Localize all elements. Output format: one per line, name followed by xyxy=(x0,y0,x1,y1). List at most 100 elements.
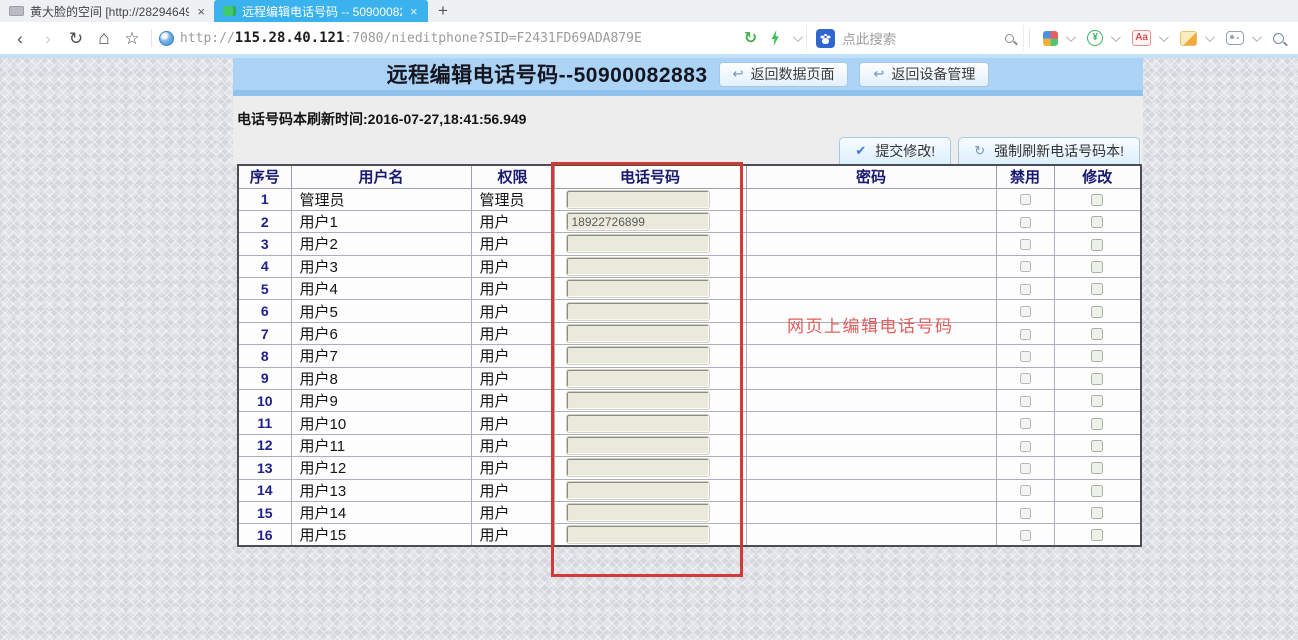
disable-cell xyxy=(996,524,1054,547)
role-cell: 用户 xyxy=(471,300,554,322)
close-icon[interactable]: × xyxy=(197,5,205,18)
phone-input[interactable] xyxy=(567,258,709,275)
phone-table-body: 1管理员管理员2用户1用户3用户2用户4用户3用户5用户4用户6用户5用户7用户… xyxy=(238,188,1141,546)
tab-huang-space[interactable]: 黄大脸的空间 [http://28294649 × xyxy=(0,0,214,22)
phone-input[interactable] xyxy=(567,235,709,252)
chevron-down-icon[interactable] xyxy=(1066,32,1076,42)
modify-checkbox[interactable] xyxy=(1091,283,1103,295)
clipper-icon[interactable] xyxy=(1180,31,1197,46)
search-input[interactable]: 点此搜索 xyxy=(842,28,998,48)
disable-checkbox[interactable] xyxy=(1020,329,1031,340)
table-row: 4用户3用户 xyxy=(238,255,1141,277)
phone-input[interactable] xyxy=(567,347,709,364)
disable-checkbox[interactable] xyxy=(1020,441,1031,452)
refresh-icon[interactable]: ↻ xyxy=(62,30,90,47)
address-bar[interactable]: http://115.28.40.121:7080/nieditphone?SI… xyxy=(159,30,642,46)
phone-input[interactable] xyxy=(567,325,709,342)
disable-checkbox[interactable] xyxy=(1020,284,1031,295)
disable-cell xyxy=(996,390,1054,412)
disable-checkbox[interactable] xyxy=(1020,463,1031,474)
baidu-paw-icon xyxy=(816,29,835,48)
password-cell xyxy=(746,210,996,232)
modify-checkbox[interactable] xyxy=(1091,395,1103,407)
phone-input[interactable] xyxy=(567,437,709,454)
disable-checkbox[interactable] xyxy=(1020,261,1031,272)
divider xyxy=(151,29,152,47)
force-refresh-button[interactable]: ↻ 强制刷新电话号码本! xyxy=(958,137,1140,164)
disable-checkbox[interactable] xyxy=(1020,194,1031,205)
disable-checkbox[interactable] xyxy=(1020,530,1031,541)
disable-checkbox[interactable] xyxy=(1020,239,1031,250)
favorites-star-icon[interactable]: ☆ xyxy=(118,30,146,47)
modify-checkbox[interactable] xyxy=(1091,306,1103,318)
search-icon[interactable] xyxy=(1005,34,1014,43)
phone-input[interactable] xyxy=(567,303,709,320)
modify-checkbox[interactable] xyxy=(1091,261,1103,273)
chevron-down-icon[interactable] xyxy=(1111,32,1121,42)
phone-input[interactable] xyxy=(567,392,709,409)
phone-input[interactable] xyxy=(567,415,709,432)
home-icon[interactable]: ⌂ xyxy=(90,29,118,48)
disable-checkbox[interactable] xyxy=(1020,508,1031,519)
new-tab-button[interactable]: + xyxy=(428,0,458,22)
modify-checkbox[interactable] xyxy=(1091,328,1103,340)
quick-search-box[interactable]: 点此搜索 xyxy=(806,25,1024,51)
row-number-cell: 15 xyxy=(238,501,291,523)
chevron-down-icon[interactable] xyxy=(1159,32,1169,42)
font-aa-icon[interactable]: Aa xyxy=(1132,30,1151,46)
username-cell: 用户2 xyxy=(291,233,471,255)
modify-checkbox[interactable] xyxy=(1091,440,1103,452)
password-cell xyxy=(746,412,996,434)
apps-grid-icon[interactable] xyxy=(1043,31,1058,46)
money-shield-icon[interactable]: ¥ xyxy=(1087,30,1103,46)
table-header-row: 序号用户名权限电话号码密码禁用修改 xyxy=(238,165,1141,188)
disable-checkbox[interactable] xyxy=(1020,306,1031,317)
back-icon[interactable]: ‹ xyxy=(6,30,34,47)
close-icon[interactable]: × xyxy=(410,5,418,18)
back-to-data-button[interactable]: ↩ 返回数据页面 xyxy=(719,62,849,87)
phone-input[interactable] xyxy=(567,213,709,230)
chevron-down-icon[interactable] xyxy=(1205,32,1215,42)
disable-checkbox[interactable] xyxy=(1020,418,1031,429)
phone-input[interactable] xyxy=(567,504,709,521)
modify-checkbox[interactable] xyxy=(1091,418,1103,430)
disable-checkbox[interactable] xyxy=(1020,217,1031,228)
phone-input[interactable] xyxy=(567,280,709,297)
chevron-down-icon[interactable] xyxy=(793,32,803,42)
back-to-device-button[interactable]: ↩ 返回设备管理 xyxy=(859,62,989,87)
disable-checkbox[interactable] xyxy=(1020,485,1031,496)
phone-input[interactable] xyxy=(567,482,709,499)
modify-checkbox[interactable] xyxy=(1091,239,1103,251)
disable-checkbox[interactable] xyxy=(1020,373,1031,384)
modify-cell xyxy=(1054,479,1141,501)
phone-input[interactable] xyxy=(567,459,709,476)
disable-checkbox[interactable] xyxy=(1020,351,1031,362)
zoom-find-icon[interactable] xyxy=(1273,33,1284,44)
phone-input[interactable] xyxy=(567,526,709,543)
refresh-icon: ↻ xyxy=(974,143,985,159)
modify-checkbox[interactable] xyxy=(1091,194,1103,206)
table-row: 5用户4用户 xyxy=(238,278,1141,300)
modify-checkbox[interactable] xyxy=(1091,216,1103,228)
row-number-cell: 8 xyxy=(238,345,291,367)
modify-checkbox[interactable] xyxy=(1091,373,1103,385)
forward-icon[interactable]: › xyxy=(34,30,62,47)
role-cell: 用户 xyxy=(471,501,554,523)
speed-bolt-icon[interactable] xyxy=(770,30,780,46)
phone-input[interactable] xyxy=(567,191,709,208)
modify-checkbox[interactable] xyxy=(1091,507,1103,519)
url-text[interactable]: http://115.28.40.121:7080/nieditphone?SI… xyxy=(180,30,642,46)
screenshot-icon[interactable] xyxy=(1226,31,1244,45)
modify-checkbox[interactable] xyxy=(1091,529,1103,541)
translate-sync-icon[interactable]: ↻ xyxy=(744,28,757,48)
modify-checkbox[interactable] xyxy=(1091,350,1103,362)
disable-checkbox[interactable] xyxy=(1020,396,1031,407)
phone-input[interactable] xyxy=(567,370,709,387)
table-row: 3用户2用户 xyxy=(238,233,1141,255)
chevron-down-icon[interactable] xyxy=(1252,32,1262,42)
submit-changes-button[interactable]: ✔ 提交修改! xyxy=(839,137,951,164)
modify-checkbox[interactable] xyxy=(1091,485,1103,497)
tab-remote-edit-phone[interactable]: 远程编辑电话号码 -- 509000828 × xyxy=(214,0,428,22)
modify-checkbox[interactable] xyxy=(1091,462,1103,474)
table-row: 6用户5用户 xyxy=(238,300,1141,322)
